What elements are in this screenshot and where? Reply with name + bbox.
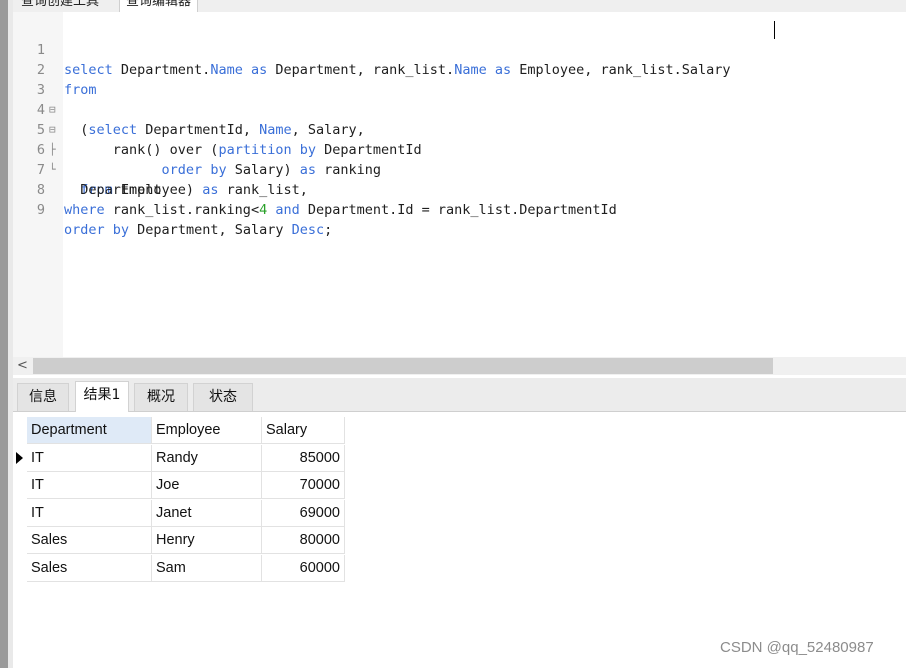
- result-tab-bar: 信息 结果1 概况 状态: [13, 378, 906, 412]
- tab-result1[interactable]: 结果1: [75, 381, 129, 412]
- line-number: 9: [36, 202, 45, 218]
- sql-editor[interactable]: 1 select Department.Name as Department, …: [13, 12, 906, 358]
- code-line-6: 6 └ from Employee) as rank_list,: [13, 120, 906, 198]
- column-header-salary[interactable]: Salary: [262, 417, 345, 444]
- code-line-1: 1 select Department.Name as Department, …: [13, 20, 906, 78]
- table-cell[interactable]: Henry: [152, 527, 262, 554]
- code-line-4: 4 ⊟ rank() over (partition by Department…: [13, 80, 906, 158]
- table-cell[interactable]: Janet: [152, 500, 262, 527]
- table-cell[interactable]: 80000: [262, 527, 345, 554]
- table-cell[interactable]: 69000: [262, 500, 345, 527]
- table-cell[interactable]: Randy: [152, 445, 262, 472]
- code-line-7: 7 Department: [13, 140, 906, 198]
- tab-status[interactable]: 状态: [193, 383, 253, 411]
- code-line-2: 2 from: [13, 40, 906, 98]
- tab-query-editor[interactable]: 查询编辑器: [119, 0, 199, 12]
- code-line-3: 3 ⊟ (select DepartmentId, Name, Salary,: [13, 60, 906, 138]
- code-line-9: 9 order by Department, Salary Desc;: [13, 180, 906, 238]
- code-line-5: 5 ├ order by Salary) as ranking: [13, 100, 906, 178]
- table-cell[interactable]: 70000: [262, 472, 345, 499]
- current-row-indicator-icon: [16, 452, 23, 464]
- table-cell[interactable]: Sales: [27, 527, 152, 554]
- code-text: where rank_list.ranking<4 and Department…: [64, 202, 617, 218]
- table-cell[interactable]: IT: [27, 500, 152, 527]
- table-cell[interactable]: IT: [27, 445, 152, 472]
- column-header-employee[interactable]: Employee: [152, 417, 262, 444]
- left-window-edge: [0, 0, 8, 668]
- tab-info[interactable]: 信息: [17, 383, 69, 411]
- text-cursor: [774, 21, 775, 39]
- table-cell[interactable]: Sales: [27, 555, 152, 582]
- scroll-left-icon[interactable]: <: [17, 357, 28, 375]
- horizontal-scrollbar[interactable]: <: [13, 357, 906, 375]
- column-header-department[interactable]: Department: [27, 417, 152, 444]
- tab-profile[interactable]: 概况: [134, 383, 188, 411]
- code-text: order by Department, Salary Desc;: [64, 222, 333, 238]
- watermark: CSDN @qq_52480987: [720, 639, 874, 656]
- table-cell[interactable]: IT: [27, 472, 152, 499]
- table-cell[interactable]: 60000: [262, 555, 345, 582]
- scrollbar-thumb[interactable]: [33, 358, 773, 374]
- table-cell[interactable]: Joe: [152, 472, 262, 499]
- tab-query-builder[interactable]: 查询创建工具: [15, 0, 105, 12]
- code-line-8: 8 where rank_list.ranking<4 and Departme…: [13, 160, 906, 218]
- table-cell[interactable]: Sam: [152, 555, 262, 582]
- table-cell[interactable]: 85000: [262, 445, 345, 472]
